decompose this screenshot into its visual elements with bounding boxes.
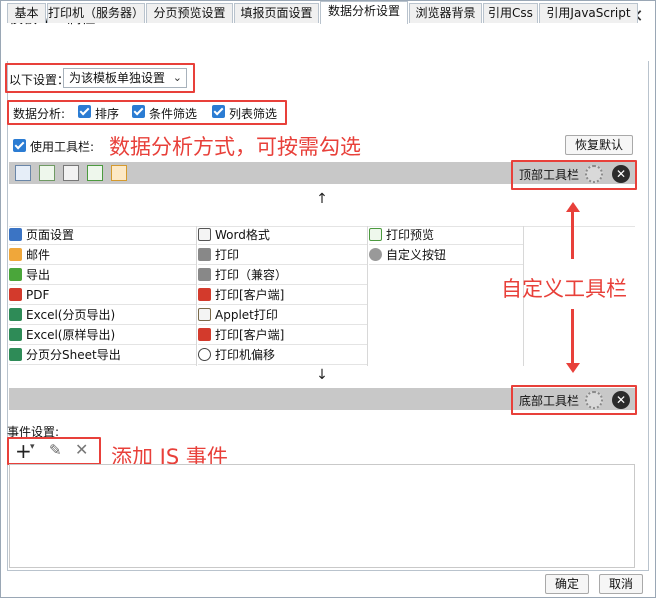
list-item[interactable]: 打印 <box>198 245 367 265</box>
list-item[interactable]: 页面设置 <box>9 225 196 245</box>
list-item[interactable]: 打印（兼容） <box>198 265 367 285</box>
list-item-label: 打印预览 <box>386 228 435 242</box>
page-setup-icon[interactable] <box>15 165 31 181</box>
print-icon[interactable] <box>63 165 79 181</box>
condition-filter-checkbox[interactable] <box>132 105 145 118</box>
tab-printer-server[interactable]: 打印机（服务器） <box>47 3 145 23</box>
pdf-print-icon <box>198 288 211 301</box>
event-toolbar: + ▾ ✎ ✕ <box>9 439 101 463</box>
list-item[interactable]: Excel(原样导出) <box>9 325 196 345</box>
settings-label: 以下设置： <box>9 73 70 87</box>
annotation-arrow-down-icon <box>566 363 580 373</box>
restore-default-button[interactable]: 恢复默认 <box>565 135 633 155</box>
list-item-label: Excel(原样导出) <box>26 328 116 342</box>
settings-select[interactable]: 为该模板单独设置 ⌄ <box>63 68 187 88</box>
list-item[interactable]: 分页分Sheet导出 <box>9 345 196 365</box>
list-item-label: 自定义按钮 <box>386 248 447 262</box>
move-down-icon[interactable]: ↓ <box>314 367 330 383</box>
chevron-down-icon: ⌄ <box>172 71 182 84</box>
list-item-label: Applet打印 <box>215 308 278 322</box>
gear-icon[interactable] <box>585 165 603 183</box>
tab-fill-page[interactable]: 填报页面设置 <box>234 3 319 23</box>
list-item-label: 打印[客户端] <box>215 328 285 342</box>
ok-button[interactable]: 确定 <box>545 574 589 594</box>
excel-icon <box>9 328 22 341</box>
settings-select-value: 为该模板单独设置 <box>69 71 166 85</box>
pdf-print-icon <box>198 328 211 341</box>
sort-checkbox[interactable] <box>78 105 91 118</box>
annotation-arrow-shaft <box>571 309 574 365</box>
annotation-custom-toolbar: 自定义工具栏 <box>501 277 627 301</box>
list-item-label: 打印机偏移 <box>215 348 276 362</box>
list-item[interactable]: Excel(分页导出) <box>9 305 196 325</box>
list-item-label: 打印（兼容） <box>215 268 288 282</box>
list-item[interactable]: 邮件 <box>9 245 196 265</box>
tab-javascript[interactable]: 引用JavaScript <box>539 3 638 23</box>
word-icon <box>198 228 211 241</box>
print-preview-icon <box>369 228 382 241</box>
use-toolbar-checkbox[interactable] <box>13 139 26 152</box>
export-icon <box>9 268 22 281</box>
print-preview-icon[interactable] <box>39 165 55 181</box>
delete-icon[interactable]: ✕ <box>75 440 88 459</box>
excel-sheet-icon <box>9 348 22 361</box>
condition-filter-label: 条件筛选 <box>149 107 198 121</box>
tab-css[interactable]: 引用Css <box>483 3 538 23</box>
list-item[interactable]: 打印[客户端] <box>198 285 367 305</box>
bottom-toolbar-label: 底部工具栏 <box>519 394 580 408</box>
tab-browser-background[interactable]: 浏览器背景 <box>409 3 482 23</box>
export-icon[interactable] <box>87 165 103 181</box>
sort-label: 排序 <box>95 107 120 121</box>
tab-data-analysis[interactable]: 数据分析设置 <box>320 1 408 24</box>
annotation-arrow-shaft <box>571 211 574 259</box>
list-item[interactable]: Word格式 <box>198 225 367 245</box>
event-list[interactable] <box>9 464 635 568</box>
list-item-label: 导出 <box>26 268 51 282</box>
cancel-button[interactable]: 取消 <box>599 574 643 594</box>
list-item-label: Excel(分页导出) <box>26 308 116 322</box>
use-toolbar-label: 使用工具栏: <box>30 140 95 154</box>
list-item[interactable]: 打印预览 <box>369 225 523 245</box>
edit-icon[interactable]: ✎ <box>49 441 62 459</box>
list-filter-label: 列表筛选 <box>229 107 278 121</box>
list-item-label: PDF <box>26 288 50 302</box>
move-up-icon[interactable]: ↑ <box>314 191 330 207</box>
list-item[interactable]: PDF <box>9 285 196 305</box>
excel-icon <box>9 308 22 321</box>
annotation-analysis-mode: 数据分析方式，可按需勾选 <box>109 135 361 159</box>
grid-divider <box>196 226 197 366</box>
list-item[interactable]: Applet打印 <box>198 305 367 325</box>
mail-icon[interactable] <box>111 165 127 181</box>
tab-page-preview[interactable]: 分页预览设置 <box>146 3 233 23</box>
grid-divider <box>367 226 368 366</box>
applet-icon <box>198 308 211 321</box>
add-dropdown-icon[interactable]: ▾ <box>30 442 35 452</box>
top-toolbar-label: 顶部工具栏 <box>519 168 580 182</box>
gear-icon[interactable] <box>585 391 603 409</box>
template-web-properties-dialog: 模板Web属性 ✕ 基本 打印机（服务器） 分页预览设置 填报页面设置 数据分析… <box>0 0 656 598</box>
print-icon <box>198 268 211 281</box>
mail-icon <box>9 248 22 261</box>
list-item[interactable]: 自定义按钮 <box>369 245 523 265</box>
list-item[interactable]: 打印[客户端] <box>198 325 367 345</box>
list-item-label: Word格式 <box>215 228 270 242</box>
move-icon <box>198 348 211 361</box>
list-item-label: 打印 <box>215 248 240 262</box>
list-item-label: 分页分Sheet导出 <box>26 348 121 362</box>
list-item-label: 打印[客户端] <box>215 288 285 302</box>
pdf-icon <box>9 288 22 301</box>
tab-basic[interactable]: 基本 <box>7 3 46 23</box>
remove-icon[interactable]: ✕ <box>612 165 630 183</box>
print-icon <box>198 248 211 261</box>
list-item[interactable]: 打印机偏移 <box>198 345 367 365</box>
list-item[interactable]: 导出 <box>9 265 196 285</box>
list-filter-checkbox[interactable] <box>212 105 225 118</box>
list-item-label: 页面设置 <box>26 228 75 242</box>
gear-icon <box>369 248 382 261</box>
remove-icon[interactable]: ✕ <box>612 391 630 409</box>
analysis-label: 数据分析: <box>13 107 66 121</box>
page-setup-icon <box>9 228 22 241</box>
list-item-label: 邮件 <box>26 248 51 262</box>
